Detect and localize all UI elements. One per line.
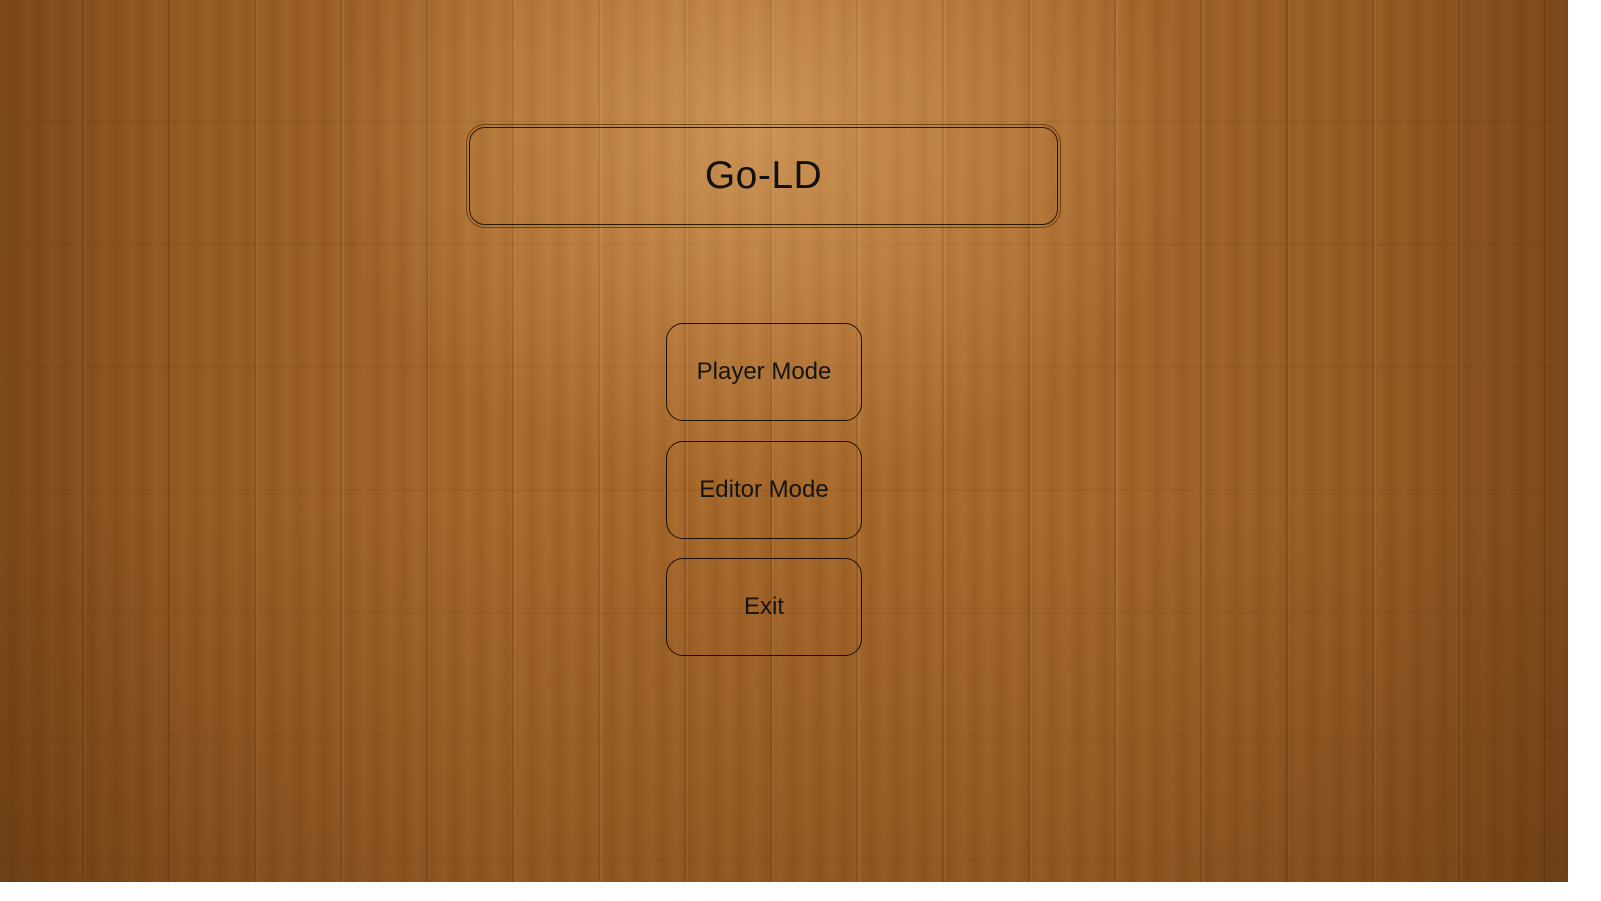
title-panel: Go-LD <box>466 124 1061 228</box>
main-menu-screen: Go-LD Player Mode Editor Mode Exit <box>0 0 1568 882</box>
exit-button[interactable]: Exit <box>666 558 862 656</box>
editor-mode-button[interactable]: Editor Mode <box>666 441 862 539</box>
player-mode-label: Player Mode <box>696 358 832 385</box>
app-title: Go-LD <box>704 154 823 197</box>
editor-mode-label: Editor Mode <box>699 476 829 503</box>
player-mode-button[interactable]: Player Mode <box>666 323 862 421</box>
exit-label: Exit <box>743 593 784 620</box>
